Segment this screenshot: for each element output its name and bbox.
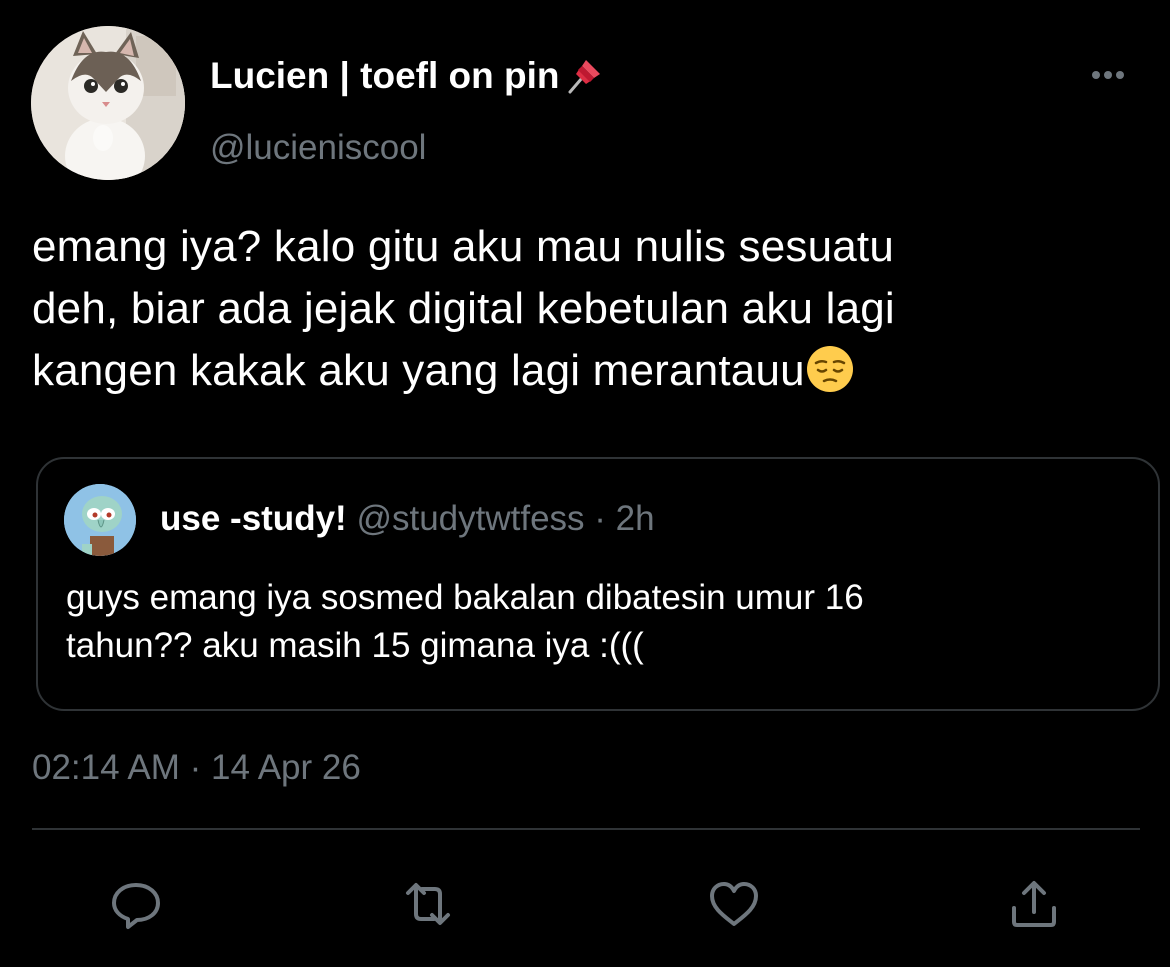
separator-dot: · bbox=[594, 499, 606, 538]
tweet-text-line: kangen kakak aku yang lagi merantauu bbox=[32, 340, 1152, 402]
retweet-button[interactable] bbox=[400, 878, 456, 930]
cat-avatar-image bbox=[31, 26, 185, 180]
share-button[interactable] bbox=[1006, 878, 1062, 930]
tweet-text: emang iya? kalo gitu aku mau nulis sesua… bbox=[32, 216, 1152, 402]
author-handle[interactable]: @lucieniscool bbox=[210, 127, 426, 169]
quoted-author-handle[interactable]: @studytwtfess bbox=[356, 499, 584, 538]
pushpin-icon bbox=[568, 60, 600, 94]
share-icon bbox=[1012, 881, 1056, 927]
like-button[interactable] bbox=[706, 878, 762, 930]
author-avatar[interactable] bbox=[31, 26, 185, 180]
quoted-tweet-text-line: guys emang iya sosmed bakalan dibatesin … bbox=[66, 578, 864, 617]
quoted-tweet-text-line: tahun?? aku masih 15 gimana iya :((( bbox=[66, 626, 644, 665]
retweet-icon bbox=[406, 883, 450, 925]
reply-button[interactable] bbox=[108, 878, 164, 930]
like-icon bbox=[710, 882, 758, 926]
author-name-text: Lucien | toefl on pin bbox=[210, 55, 560, 96]
quoted-author-avatar[interactable] bbox=[64, 484, 136, 556]
quoted-tweet-card[interactable]: use -study! @studytwtfess · 2h guys eman… bbox=[36, 457, 1160, 711]
more-options-button[interactable] bbox=[1080, 60, 1136, 90]
tweet-text-line-content: kangen kakak aku yang lagi merantauu bbox=[32, 346, 805, 395]
quoted-author-name[interactable]: use -study! bbox=[160, 499, 347, 538]
tweet-timestamp[interactable]: 02:14 AM · 14 Apr 26 bbox=[32, 746, 361, 790]
quoted-tweet-header: use -study! @studytwtfess · 2h bbox=[160, 497, 655, 541]
tweet-text-line: deh, biar ada jejak digital kebetulan ak… bbox=[32, 284, 895, 333]
pensive-face-icon bbox=[806, 346, 853, 392]
author-display-name[interactable]: Lucien | toefl on pin bbox=[210, 54, 606, 98]
tweet-text-line: emang iya? kalo gitu aku mau nulis sesua… bbox=[32, 222, 895, 271]
quoted-tweet-time[interactable]: 2h bbox=[616, 499, 655, 538]
quoted-tweet-text: guys emang iya sosmed bakalan dibatesin … bbox=[66, 574, 1136, 670]
more-icon bbox=[1092, 71, 1124, 79]
reply-icon bbox=[112, 883, 160, 929]
divider bbox=[32, 828, 1140, 830]
squidward-avatar-image bbox=[64, 484, 136, 556]
